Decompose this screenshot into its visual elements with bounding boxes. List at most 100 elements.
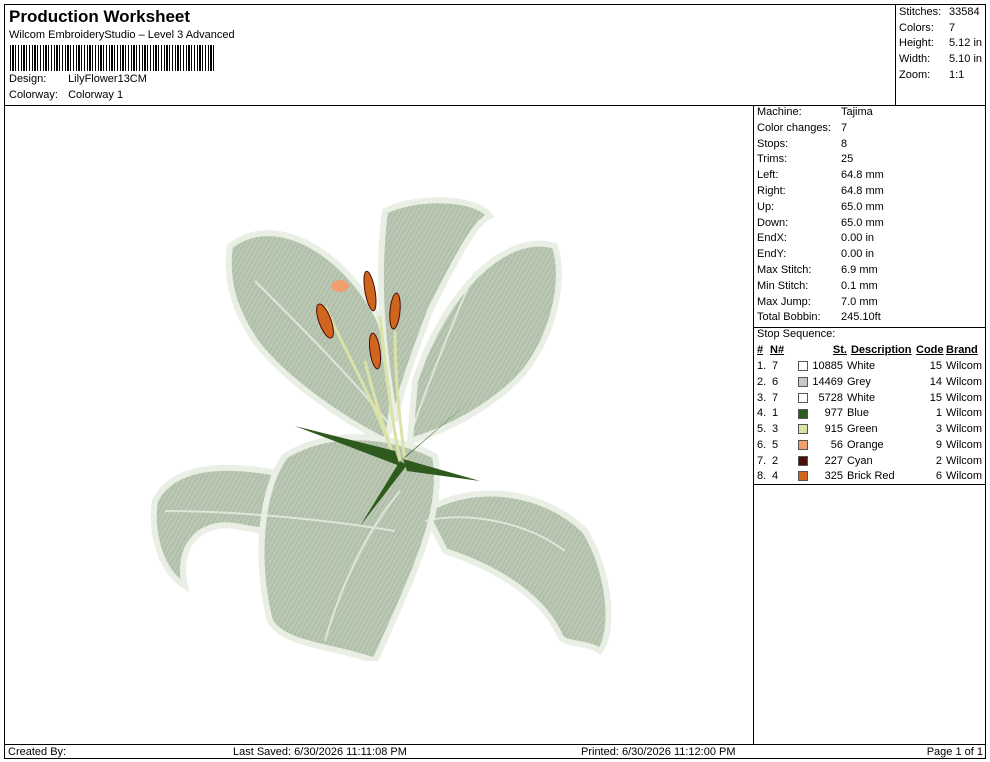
detail-row: EndY: 0.00 in bbox=[754, 248, 986, 264]
colorway-name: Colorway 1 bbox=[68, 89, 124, 101]
thread-code: 9 bbox=[935, 439, 942, 452]
needle-number: 3 bbox=[772, 423, 779, 436]
worksheet-footer: Created By: Last Saved: 6/30/2026 11:11:… bbox=[5, 744, 986, 759]
created-by: Created By: bbox=[8, 746, 67, 758]
detail-value: 25 bbox=[841, 153, 854, 166]
stop-number: 8. bbox=[757, 470, 767, 483]
detail-label: Trims: bbox=[757, 153, 788, 166]
worksheet-header: Production Worksheet Wilcom EmbroiderySt… bbox=[5, 5, 895, 106]
thread-color-swatch bbox=[798, 376, 808, 387]
printed-date: Printed: 6/30/2026 11:12:00 PM bbox=[581, 746, 736, 758]
stop-sequence-table: # N# St. Description Code Brand 1. 7 10885… bbox=[754, 342, 986, 486]
width-row: Width: 5.10 in bbox=[899, 53, 986, 69]
table-row: 7. 2 227 Cyan 2 Wilcom bbox=[754, 453, 986, 469]
width-value: 5.10 in bbox=[949, 53, 983, 66]
col-header-stitches: St. bbox=[832, 344, 847, 357]
stop-number: 2. bbox=[757, 375, 767, 388]
detail-label: Down: bbox=[757, 216, 789, 229]
stop-number: 4. bbox=[757, 407, 767, 420]
swatch-cell bbox=[798, 406, 810, 422]
swatch-cell bbox=[798, 437, 810, 453]
detail-label: Up: bbox=[757, 200, 775, 213]
detail-label: Left: bbox=[757, 169, 779, 182]
stitch-count: 14469 bbox=[812, 375, 843, 388]
stitches-row: Stitches: 33584 bbox=[899, 6, 986, 22]
thread-code: 14 bbox=[929, 375, 942, 388]
detail-row: Max Jump: 7.0 mm bbox=[754, 296, 986, 312]
stop-number: 5. bbox=[757, 423, 767, 436]
detail-row: Total Bobbin: 245.10ft bbox=[754, 311, 986, 327]
colorway-row: Colorway: Colorway 1 bbox=[9, 89, 123, 101]
thread-description: Orange bbox=[846, 439, 884, 452]
colors-value: 7 bbox=[949, 21, 956, 34]
thread-description: Blue bbox=[846, 407, 870, 420]
col-header-number: # bbox=[757, 344, 764, 357]
thread-description: Grey bbox=[846, 375, 871, 388]
stitch-count: 10885 bbox=[812, 360, 843, 373]
needle-number: 2 bbox=[772, 454, 779, 467]
stop-number: 3. bbox=[757, 391, 767, 404]
thread-color-swatch bbox=[798, 424, 808, 435]
needle-number: 1 bbox=[772, 407, 779, 420]
table-row: 3. 7 5728 White 15 Wilcom bbox=[754, 390, 986, 406]
detail-value: 65.0 mm bbox=[841, 216, 884, 229]
thread-color-swatch bbox=[798, 392, 808, 403]
lily-flower-embroidery bbox=[150, 197, 612, 661]
design-row: Design: LilyFlower13CM bbox=[9, 73, 147, 85]
table-row: 1. 7 10885 White 15 Wilcom bbox=[754, 358, 986, 374]
thread-brand: Wilcom bbox=[946, 423, 983, 436]
swatch-cell bbox=[798, 390, 810, 406]
detail-row: Right: 64.8 mm bbox=[754, 185, 986, 201]
detail-row: Machine: Tajima bbox=[754, 106, 986, 122]
stitch-count: 977 bbox=[824, 407, 843, 420]
height-row: Height: 5.12 in bbox=[899, 37, 986, 53]
detail-row: Left: 64.8 mm bbox=[754, 169, 986, 185]
detail-label: Total Bobbin: bbox=[757, 311, 821, 324]
last-saved: Last Saved: 6/30/2026 11:11:08 PM bbox=[233, 746, 407, 758]
stop-number: 6. bbox=[757, 439, 767, 452]
detail-row: EndX: 0.00 in bbox=[754, 232, 986, 248]
stitch-count: 227 bbox=[824, 454, 843, 467]
table-row: 2. 6 14469 Grey 14 Wilcom bbox=[754, 374, 986, 390]
needle-number: 7 bbox=[772, 391, 779, 404]
thread-description: White bbox=[846, 360, 876, 373]
table-header-row: # N# St. Description Code Brand bbox=[754, 342, 986, 358]
zoom-row: Zoom: 1:1 bbox=[899, 69, 986, 85]
detail-value: 0.00 in bbox=[841, 232, 875, 245]
detail-value: 7.0 mm bbox=[841, 295, 878, 308]
detail-value: 6.9 mm bbox=[841, 263, 878, 276]
stop-number: 1. bbox=[757, 360, 767, 373]
detail-value: 0.00 in bbox=[841, 248, 875, 261]
thread-color-swatch bbox=[798, 361, 808, 372]
stitch-count: 56 bbox=[830, 439, 843, 452]
barcode-image bbox=[10, 45, 215, 71]
thread-brand: Wilcom bbox=[946, 439, 983, 452]
col-header-needle: N# bbox=[770, 344, 785, 357]
thread-brand: Wilcom bbox=[946, 470, 983, 483]
height-value: 5.12 in bbox=[949, 37, 983, 50]
thread-brand: Wilcom bbox=[946, 360, 983, 373]
detail-row: Min Stitch: 0.1 mm bbox=[754, 280, 986, 296]
col-header-description: Description bbox=[850, 344, 912, 357]
detail-value: 64.8 mm bbox=[841, 169, 884, 182]
thread-code: 6 bbox=[935, 470, 942, 483]
swatch-cell bbox=[798, 358, 810, 374]
design-label: Design: bbox=[9, 73, 47, 85]
thread-color-swatch bbox=[798, 440, 808, 451]
detail-value: 8 bbox=[841, 137, 848, 150]
stitch-count: 915 bbox=[824, 423, 843, 436]
detail-label: Max Stitch: bbox=[757, 263, 812, 276]
detail-value: 65.0 mm bbox=[841, 200, 884, 213]
swatch-cell bbox=[798, 453, 810, 469]
table-row: 4. 1 977 Blue 1 Wilcom bbox=[754, 406, 986, 422]
stop-sequence-label: Stop Sequence: bbox=[754, 327, 986, 342]
detail-row: Color changes: 7 bbox=[754, 122, 986, 138]
thread-color-swatch bbox=[798, 471, 808, 482]
summary-panel: Stitches: 33584 Colors: 7 Height: 5.12 in W… bbox=[895, 5, 986, 106]
thread-brand: Wilcom bbox=[946, 407, 983, 420]
needle-number: 7 bbox=[772, 360, 779, 373]
stitch-count: 5728 bbox=[818, 391, 843, 404]
thread-description: Cyan bbox=[846, 454, 873, 467]
detail-label: Stops: bbox=[757, 137, 789, 150]
detail-value: 0.1 mm bbox=[841, 279, 878, 292]
